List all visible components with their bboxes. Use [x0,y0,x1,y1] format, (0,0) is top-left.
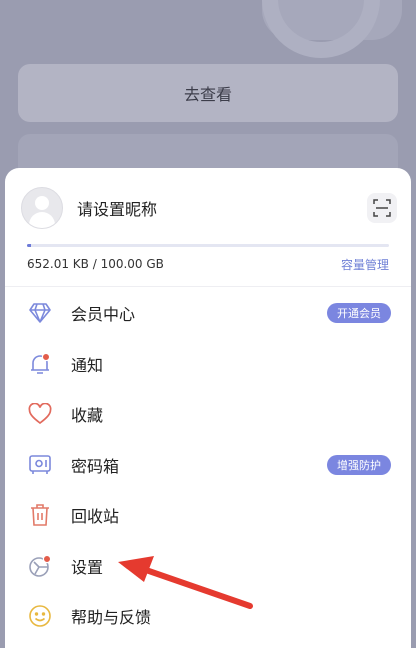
settings-icon [27,553,53,579]
menu-item-label: 回收站 [71,507,120,527]
enhanced-protection-badge[interactable]: 增强防护 [327,454,391,475]
menu-item-label: 通知 [71,355,104,375]
nickname-label[interactable]: 请设置昵称 [77,196,367,220]
trash-icon [27,502,53,528]
storage-usage-text: 652.01 KB / 100.00 GB [27,257,164,271]
notification-icon [27,351,53,377]
scan-icon [373,199,391,217]
storage-row: 652.01 KB / 100.00 GB 容量管理 [27,254,389,274]
storage-progress-fill [27,244,31,247]
menu-item-notifications[interactable]: 通知 [5,339,411,390]
open-membership-badge[interactable]: 开通会员 [327,303,391,324]
menu-item-label: 收藏 [71,406,104,426]
diamond-icon [27,300,53,326]
profile-row[interactable]: 请设置昵称 [21,186,397,230]
menu-item-label: 会员中心 [71,305,136,325]
heart-icon [27,401,53,427]
menu-item-vip-center[interactable]: 会员中心 开通会员 [5,288,411,339]
menu-item-label: 密码箱 [71,456,120,476]
menu-item-password-vault[interactable]: 密码箱 增强防护 [5,440,411,491]
goto-view-button[interactable]: 去查看 [18,64,398,122]
help-feedback-icon [27,603,53,629]
safe-box-icon [27,452,53,478]
menu-item-favorites[interactable]: 收藏 [5,389,411,440]
storage-progress-bar [27,244,389,247]
scan-button[interactable] [367,193,397,223]
divider [5,286,411,287]
background-ring-graphic [262,0,380,58]
menu-item-recycle-bin[interactable]: 回收站 [5,490,411,541]
avatar[interactable] [21,187,63,229]
annotation-arrow-icon [118,556,253,609]
storage-manage-link[interactable]: 容量管理 [341,256,389,273]
